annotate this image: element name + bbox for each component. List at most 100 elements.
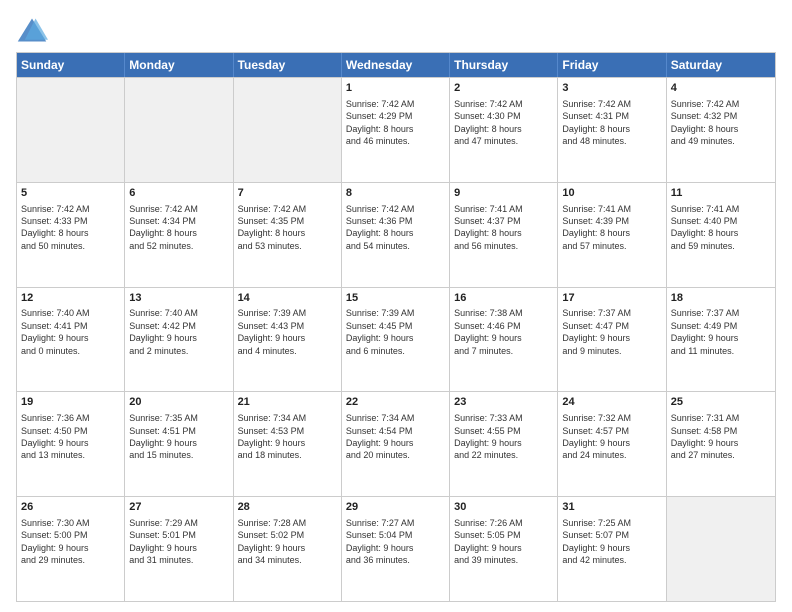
- calendar-cell: [234, 78, 342, 182]
- day-number: 22: [346, 395, 445, 410]
- cell-info: Sunrise: 7:42 AM Sunset: 4:31 PM Dayligh…: [562, 98, 661, 148]
- cell-info: Sunrise: 7:42 AM Sunset: 4:29 PM Dayligh…: [346, 98, 445, 148]
- cell-info: Sunrise: 7:34 AM Sunset: 4:54 PM Dayligh…: [346, 412, 445, 462]
- calendar-cell: [17, 78, 125, 182]
- day-number: 13: [129, 291, 228, 306]
- cell-info: Sunrise: 7:42 AM Sunset: 4:34 PM Dayligh…: [129, 203, 228, 253]
- calendar-cell: 27 Sunrise: 7:29 AM Sunset: 5:01 PM Dayli…: [125, 497, 233, 601]
- day-number: 17: [562, 291, 661, 306]
- calendar-row: 26Sunrise: 7:30 AM Sunset: 5:00 PM Dayli…: [17, 496, 775, 601]
- logo: [16, 16, 52, 44]
- calendar-cell: [125, 78, 233, 182]
- calendar-cell: 18Sunrise: 7:37 AM Sunset: 4:49 PM Dayli…: [667, 288, 775, 392]
- day-number: 28: [238, 500, 337, 515]
- day-number: 7: [238, 186, 337, 201]
- day-number: 20: [129, 395, 228, 410]
- day-number: 30: [454, 500, 553, 515]
- calendar-row: 19 Sunrise: 7:36 AM Sunset: 4:50 PM Dayli…: [17, 391, 775, 496]
- calendar-cell: 5 Sunrise: 7:42 AM Sunset: 4:33 PM Daylig…: [17, 183, 125, 287]
- cell-info: Sunrise: 7:42 AM Sunset: 4:32 PM Dayligh…: [671, 98, 771, 148]
- calendar-cell: 4 Sunrise: 7:42 AM Sunset: 4:32 PM Daylig…: [667, 78, 775, 182]
- day-number: 24: [562, 395, 661, 410]
- cell-info: Sunrise: 7:39 AM Sunset: 4:45 PM Dayligh…: [346, 307, 445, 357]
- day-number: 9: [454, 186, 553, 201]
- calendar-cell: 22 Sunrise: 7:34 AM Sunset: 4:54 PM Dayli…: [342, 392, 450, 496]
- day-header-sunday: Sunday: [17, 53, 125, 77]
- calendar-cell: 17Sunrise: 7:37 AM Sunset: 4:47 PM Dayli…: [558, 288, 666, 392]
- cell-info: Sunrise: 7:40 AM Sunset: 4:41 PM Dayligh…: [21, 307, 120, 357]
- day-number: 8: [346, 186, 445, 201]
- calendar-cell: 21Sunrise: 7:34 AM Sunset: 4:53 PM Dayli…: [234, 392, 342, 496]
- cell-info: Sunrise: 7:28 AM Sunset: 5:02 PM Dayligh…: [238, 517, 337, 567]
- calendar-cell: 14Sunrise: 7:39 AM Sunset: 4:43 PM Dayli…: [234, 288, 342, 392]
- day-number: 25: [671, 395, 771, 410]
- calendar-cell: 12Sunrise: 7:40 AM Sunset: 4:41 PM Dayli…: [17, 288, 125, 392]
- cell-info: Sunrise: 7:41 AM Sunset: 4:39 PM Dayligh…: [562, 203, 661, 253]
- cell-info: Sunrise: 7:33 AM Sunset: 4:55 PM Dayligh…: [454, 412, 553, 462]
- cell-info: Sunrise: 7:25 AM Sunset: 5:07 PM Dayligh…: [562, 517, 661, 567]
- calendar-cell: 9 Sunrise: 7:41 AM Sunset: 4:37 PM Daylig…: [450, 183, 558, 287]
- day-number: 10: [562, 186, 661, 201]
- day-number: 31: [562, 500, 661, 515]
- cell-info: Sunrise: 7:42 AM Sunset: 4:30 PM Dayligh…: [454, 98, 553, 148]
- calendar-header: SundayMondayTuesdayWednesdayThursdayFrid…: [17, 53, 775, 77]
- calendar-row: 5 Sunrise: 7:42 AM Sunset: 4:33 PM Daylig…: [17, 182, 775, 287]
- cell-info: Sunrise: 7:41 AM Sunset: 4:37 PM Dayligh…: [454, 203, 553, 253]
- calendar-row: 1 Sunrise: 7:42 AM Sunset: 4:29 PM Daylig…: [17, 77, 775, 182]
- cell-info: Sunrise: 7:40 AM Sunset: 4:42 PM Dayligh…: [129, 307, 228, 357]
- day-number: 6: [129, 186, 228, 201]
- cell-info: Sunrise: 7:31 AM Sunset: 4:58 PM Dayligh…: [671, 412, 771, 462]
- day-number: 27: [129, 500, 228, 515]
- calendar-cell: 25 Sunrise: 7:31 AM Sunset: 4:58 PM Dayli…: [667, 392, 775, 496]
- calendar-cell: 3 Sunrise: 7:42 AM Sunset: 4:31 PM Daylig…: [558, 78, 666, 182]
- cell-info: Sunrise: 7:29 AM Sunset: 5:01 PM Dayligh…: [129, 517, 228, 567]
- calendar-cell: 1 Sunrise: 7:42 AM Sunset: 4:29 PM Daylig…: [342, 78, 450, 182]
- cell-info: Sunrise: 7:39 AM Sunset: 4:43 PM Dayligh…: [238, 307, 337, 357]
- cell-info: Sunrise: 7:37 AM Sunset: 4:47 PM Dayligh…: [562, 307, 661, 357]
- cell-info: Sunrise: 7:36 AM Sunset: 4:50 PM Dayligh…: [21, 412, 120, 462]
- day-number: 15: [346, 291, 445, 306]
- day-header-monday: Monday: [125, 53, 233, 77]
- day-number: 23: [454, 395, 553, 410]
- day-number: 14: [238, 291, 337, 306]
- day-number: 11: [671, 186, 771, 201]
- calendar-cell: 28 Sunrise: 7:28 AM Sunset: 5:02 PM Dayli…: [234, 497, 342, 601]
- calendar-cell: 15Sunrise: 7:39 AM Sunset: 4:45 PM Dayli…: [342, 288, 450, 392]
- day-header-friday: Friday: [558, 53, 666, 77]
- calendar-cell: 10 Sunrise: 7:41 AM Sunset: 4:39 PM Dayli…: [558, 183, 666, 287]
- calendar-body: 1 Sunrise: 7:42 AM Sunset: 4:29 PM Daylig…: [17, 77, 775, 601]
- day-header-thursday: Thursday: [450, 53, 558, 77]
- day-number: 16: [454, 291, 553, 306]
- day-header-saturday: Saturday: [667, 53, 775, 77]
- cell-info: Sunrise: 7:42 AM Sunset: 4:36 PM Dayligh…: [346, 203, 445, 253]
- day-header-tuesday: Tuesday: [234, 53, 342, 77]
- cell-info: Sunrise: 7:27 AM Sunset: 5:04 PM Dayligh…: [346, 517, 445, 567]
- calendar-cell: 29Sunrise: 7:27 AM Sunset: 5:04 PM Dayli…: [342, 497, 450, 601]
- calendar-cell: 26Sunrise: 7:30 AM Sunset: 5:00 PM Dayli…: [17, 497, 125, 601]
- calendar-cell: 19 Sunrise: 7:36 AM Sunset: 4:50 PM Dayli…: [17, 392, 125, 496]
- calendar-cell: 23 Sunrise: 7:33 AM Sunset: 4:55 PM Dayli…: [450, 392, 558, 496]
- cell-info: Sunrise: 7:42 AM Sunset: 4:33 PM Dayligh…: [21, 203, 120, 253]
- day-header-wednesday: Wednesday: [342, 53, 450, 77]
- calendar-cell: 8 Sunrise: 7:42 AM Sunset: 4:36 PM Daylig…: [342, 183, 450, 287]
- cell-info: Sunrise: 7:26 AM Sunset: 5:05 PM Dayligh…: [454, 517, 553, 567]
- calendar-cell: 13Sunrise: 7:40 AM Sunset: 4:42 PM Dayli…: [125, 288, 233, 392]
- day-number: 21: [238, 395, 337, 410]
- calendar-cell: 30 Sunrise: 7:26 AM Sunset: 5:05 PM Dayli…: [450, 497, 558, 601]
- day-number: 1: [346, 81, 445, 96]
- day-number: 18: [671, 291, 771, 306]
- cell-info: Sunrise: 7:41 AM Sunset: 4:40 PM Dayligh…: [671, 203, 771, 253]
- day-number: 4: [671, 81, 771, 96]
- day-number: 2: [454, 81, 553, 96]
- cell-info: Sunrise: 7:37 AM Sunset: 4:49 PM Dayligh…: [671, 307, 771, 357]
- day-number: 5: [21, 186, 120, 201]
- cell-info: Sunrise: 7:32 AM Sunset: 4:57 PM Dayligh…: [562, 412, 661, 462]
- calendar-cell: 2 Sunrise: 7:42 AM Sunset: 4:30 PM Daylig…: [450, 78, 558, 182]
- cell-info: Sunrise: 7:42 AM Sunset: 4:35 PM Dayligh…: [238, 203, 337, 253]
- day-number: 3: [562, 81, 661, 96]
- day-number: 19: [21, 395, 120, 410]
- day-number: 12: [21, 291, 120, 306]
- calendar-row: 12Sunrise: 7:40 AM Sunset: 4:41 PM Dayli…: [17, 287, 775, 392]
- calendar: SundayMondayTuesdayWednesdayThursdayFrid…: [16, 52, 776, 602]
- calendar-cell: 24 Sunrise: 7:32 AM Sunset: 4:57 PM Dayli…: [558, 392, 666, 496]
